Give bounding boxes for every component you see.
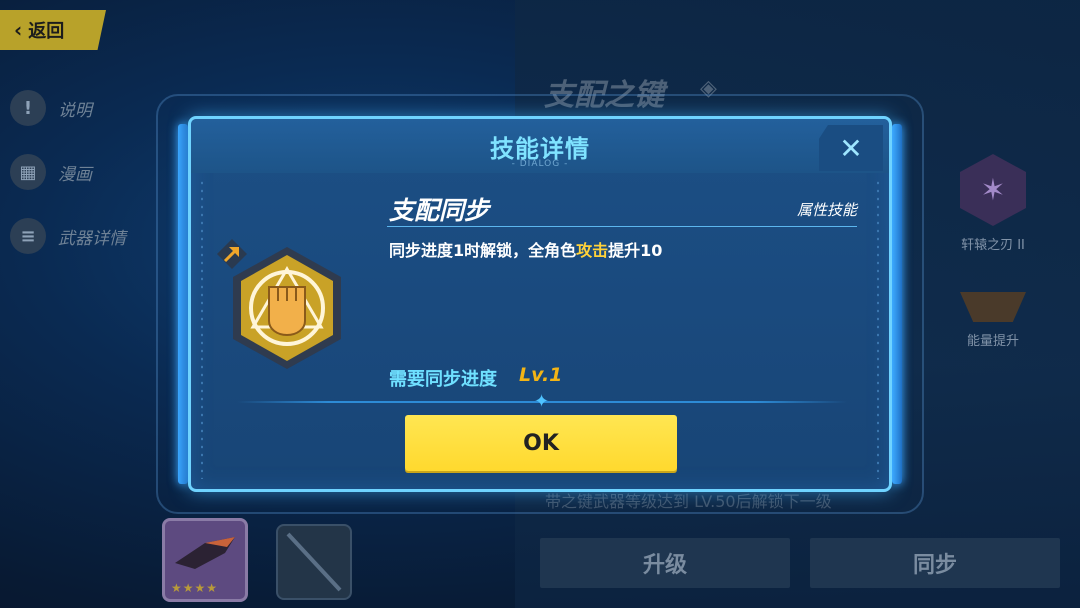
skill-detail-dialog: 技能详情 - DIALOG - ✕ 支配同步 属性技能 同步进度1时解锁，全角色…: [188, 116, 892, 492]
skill-name: 支配同步: [389, 196, 490, 225]
skill-card-name: 能量提升: [966, 334, 1019, 349]
side-item-info[interactable]: ! 说明: [10, 88, 126, 128]
weapon-thumbnail[interactable]: [276, 524, 352, 600]
requirement-level: Lv.1: [519, 364, 563, 386]
weapon-thumbnail-selected[interactable]: ★★★★: [162, 518, 248, 602]
dotted-border-right: [877, 179, 879, 479]
requirement-label: 需要同步进度: [389, 369, 497, 390]
skill-card-name: 轩辕之刃 II: [961, 238, 1025, 253]
desc-highlight: 攻击: [576, 241, 609, 260]
close-icon: ✕: [839, 131, 863, 165]
ok-button[interactable]: OK: [405, 415, 677, 471]
dialog-edge-left: [178, 124, 188, 484]
back-button[interactable]: ‹ 返回: [0, 10, 106, 50]
back-label: 返回: [28, 21, 65, 42]
comic-icon: ▦: [10, 154, 46, 190]
side-item-label: 漫画: [58, 164, 92, 185]
desc-text: 同步进度1时解锁，全角色: [389, 241, 577, 260]
skill-card-energy[interactable]: 能量提升: [948, 292, 1038, 349]
sparkle-icon: ✦: [534, 391, 550, 412]
title-underline: [387, 226, 857, 227]
blade-skill-icon: ✶: [960, 154, 1026, 226]
document-icon: ≡: [10, 218, 46, 254]
side-item-label: 武器详情: [58, 228, 126, 249]
dotted-border-left: [201, 179, 203, 479]
fist-skill-icon: [233, 247, 341, 369]
energy-skill-icon: [960, 292, 1026, 322]
dialog-header: 技能详情 - DIALOG - ✕: [191, 119, 889, 173]
sync-button[interactable]: 同步: [810, 538, 1060, 588]
dialog-edge-right: [892, 124, 902, 484]
side-item-label: 说明: [58, 100, 92, 121]
sword-icon: [286, 532, 342, 592]
exclamation-icon: !: [10, 90, 46, 126]
skill-card-xuanyuan[interactable]: ✶ 轩辕之刃 II: [948, 154, 1038, 253]
gauntlet-icon: [175, 537, 235, 569]
dialog-subtitle: - DIALOG -: [511, 159, 569, 169]
skill-description: 同步进度1时解锁，全角色攻击提升10: [389, 237, 662, 261]
skill-type-label: 属性技能: [796, 201, 857, 219]
side-item-weapon-details[interactable]: ≡ 武器详情: [10, 216, 126, 256]
upgrade-button[interactable]: 升级: [540, 538, 790, 588]
side-menu: ! 说明 ▦ 漫画 ≡ 武器详情: [10, 88, 126, 280]
close-button[interactable]: ✕: [819, 125, 883, 171]
side-item-comic[interactable]: ▦ 漫画: [10, 152, 126, 192]
desc-text-end: 提升10: [608, 241, 663, 260]
star-rating-icon: ★★★★: [171, 581, 219, 595]
chevron-left-icon: ‹: [14, 18, 23, 42]
